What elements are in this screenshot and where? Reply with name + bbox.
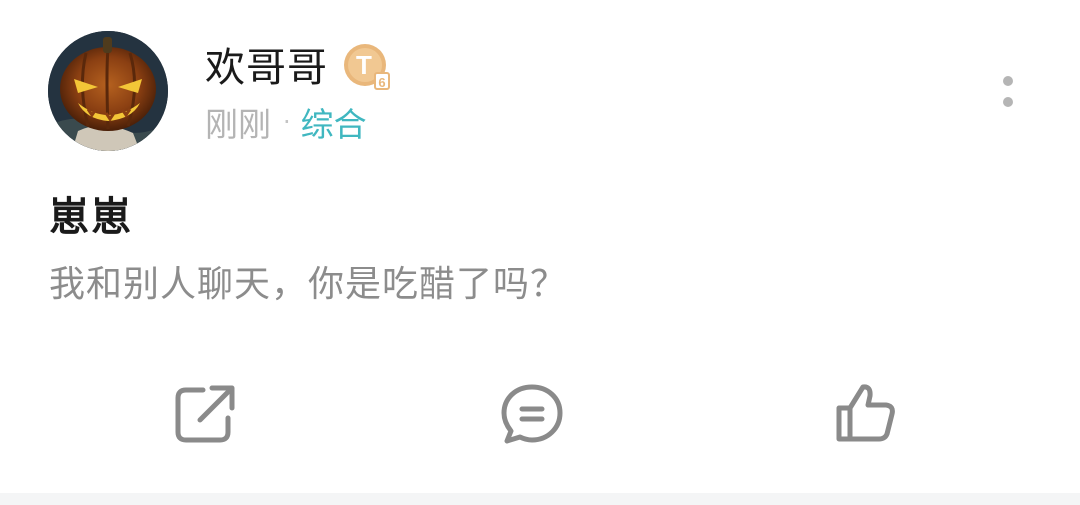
category-link[interactable]: 综合 — [301, 105, 367, 144]
post-title[interactable]: 崽崽 — [49, 193, 133, 241]
svg-text:6: 6 — [378, 75, 385, 90]
more-options-button[interactable] — [990, 70, 1026, 120]
avatar[interactable] — [48, 31, 168, 151]
post-time: 刚刚 — [205, 105, 271, 144]
svg-text:T: T — [356, 50, 372, 80]
comment-button[interactable] — [500, 382, 564, 446]
level-badge-icon: T 6 — [343, 43, 391, 91]
share-button[interactable] — [172, 382, 236, 446]
post-body[interactable]: 我和别人聊天，你是吃醋了吗？ — [49, 262, 567, 308]
more-dot-icon — [1003, 97, 1013, 107]
like-button[interactable] — [833, 382, 897, 446]
bottom-divider — [0, 493, 1080, 505]
share-icon — [175, 385, 235, 443]
comment-icon — [501, 384, 563, 444]
post-meta: 刚刚 · 综合 — [205, 102, 367, 145]
username[interactable]: 欢哥哥 — [205, 44, 328, 92]
pumpkin-avatar-icon — [48, 31, 168, 151]
meta-separator: · — [283, 108, 291, 136]
thumbs-up-icon — [836, 384, 895, 442]
post-card[interactable]: 欢哥哥 T 6 刚刚 · 综合 崽崽 我和别人聊天，你是吃醋了吗？ — [0, 0, 1080, 493]
more-dot-icon — [1003, 76, 1013, 86]
